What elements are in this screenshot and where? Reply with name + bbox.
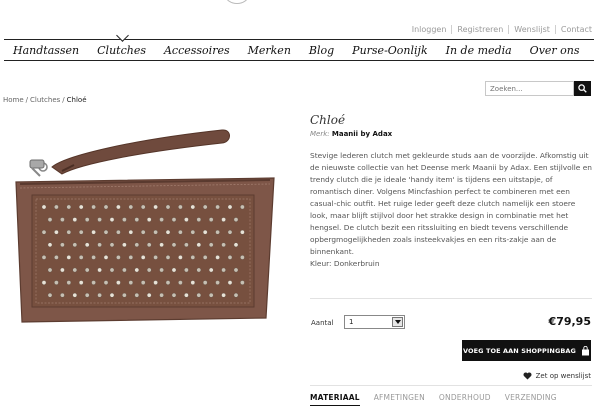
tab-verzending[interactable]: VERZENDING [505, 393, 557, 406]
chevron-down-icon [392, 317, 403, 327]
search-icon [578, 84, 587, 93]
nav-item-accessoires[interactable]: Accessoires [155, 44, 239, 57]
tab-materiaal[interactable]: MATERIAAL [310, 393, 360, 406]
contact-link[interactable]: Contact [556, 25, 592, 34]
main-navigation: Handtassen Clutches Accessoires Merken B… [4, 34, 594, 61]
nav-item-clutches[interactable]: Clutches [88, 34, 155, 57]
nav-item-handtassen[interactable]: Handtassen [4, 44, 88, 57]
product-image[interactable] [10, 118, 280, 333]
quantity-label: Aantal [311, 319, 334, 327]
divider [310, 385, 592, 386]
color-line: Kleur: Donkerbruin [310, 259, 380, 268]
nav-item-over-ons[interactable]: Over ons [521, 44, 589, 57]
quantity-select[interactable]: 1 [344, 315, 405, 329]
shopping-bag-icon [582, 345, 589, 355]
nav-item-merken[interactable]: Merken [239, 44, 300, 57]
description-text: Stevige lederen clutch met gekleurde stu… [310, 151, 592, 256]
breadcrumb-current: Chloé [66, 96, 87, 104]
product-description: Stevige lederen clutch met gekleurde stu… [310, 150, 592, 270]
search-bar [485, 81, 591, 96]
brand-value[interactable]: Maanii by Adax [332, 130, 392, 138]
search-button[interactable] [574, 81, 591, 96]
breadcrumb-home[interactable]: Home [3, 96, 24, 104]
login-link[interactable]: Inloggen [407, 25, 453, 34]
add-to-wishlist[interactable]: Zet op wenslijst [523, 372, 591, 380]
brand-label: Merk: [310, 130, 330, 138]
logo-fragment [225, 0, 249, 4]
nav-item-in-de-media[interactable]: In de media [437, 44, 521, 57]
quantity-value: 1 [349, 318, 354, 326]
heart-icon [523, 372, 532, 380]
tab-afmetingen[interactable]: AFMETINGEN [374, 393, 425, 406]
nav-item-purse-oonlijk[interactable]: Purse-Oonlijk [343, 44, 436, 57]
product-tabs: MATERIAAL AFMETINGEN ONDERHOUD VERZENDIN… [310, 393, 592, 406]
product-price: €79,95 [548, 315, 591, 328]
register-link[interactable]: Registreren [452, 25, 510, 34]
search-input[interactable] [485, 81, 574, 96]
add-to-bag-label: VOEG TOE AAN SHOPPINGBAG [463, 346, 576, 355]
nav-item-blog[interactable]: Blog [300, 44, 343, 57]
product-title: Chloé [310, 113, 346, 127]
breadcrumb-clutches[interactable]: Clutches [30, 96, 60, 104]
wishlist-link[interactable]: Wenslijst [509, 25, 556, 34]
tab-onderhoud[interactable]: ONDERHOUD [439, 393, 491, 406]
wishlist-label: Zet op wenslijst [535, 372, 591, 380]
product-brand: Merk: Maanii by Adax [310, 130, 392, 138]
divider [310, 298, 592, 299]
breadcrumb: Home / Clutches / Chloé [3, 96, 87, 104]
add-to-bag-button[interactable]: VOEG TOE AAN SHOPPINGBAG [462, 340, 591, 361]
utility-links: Inloggen Registreren Wenslijst Contact [407, 25, 592, 34]
